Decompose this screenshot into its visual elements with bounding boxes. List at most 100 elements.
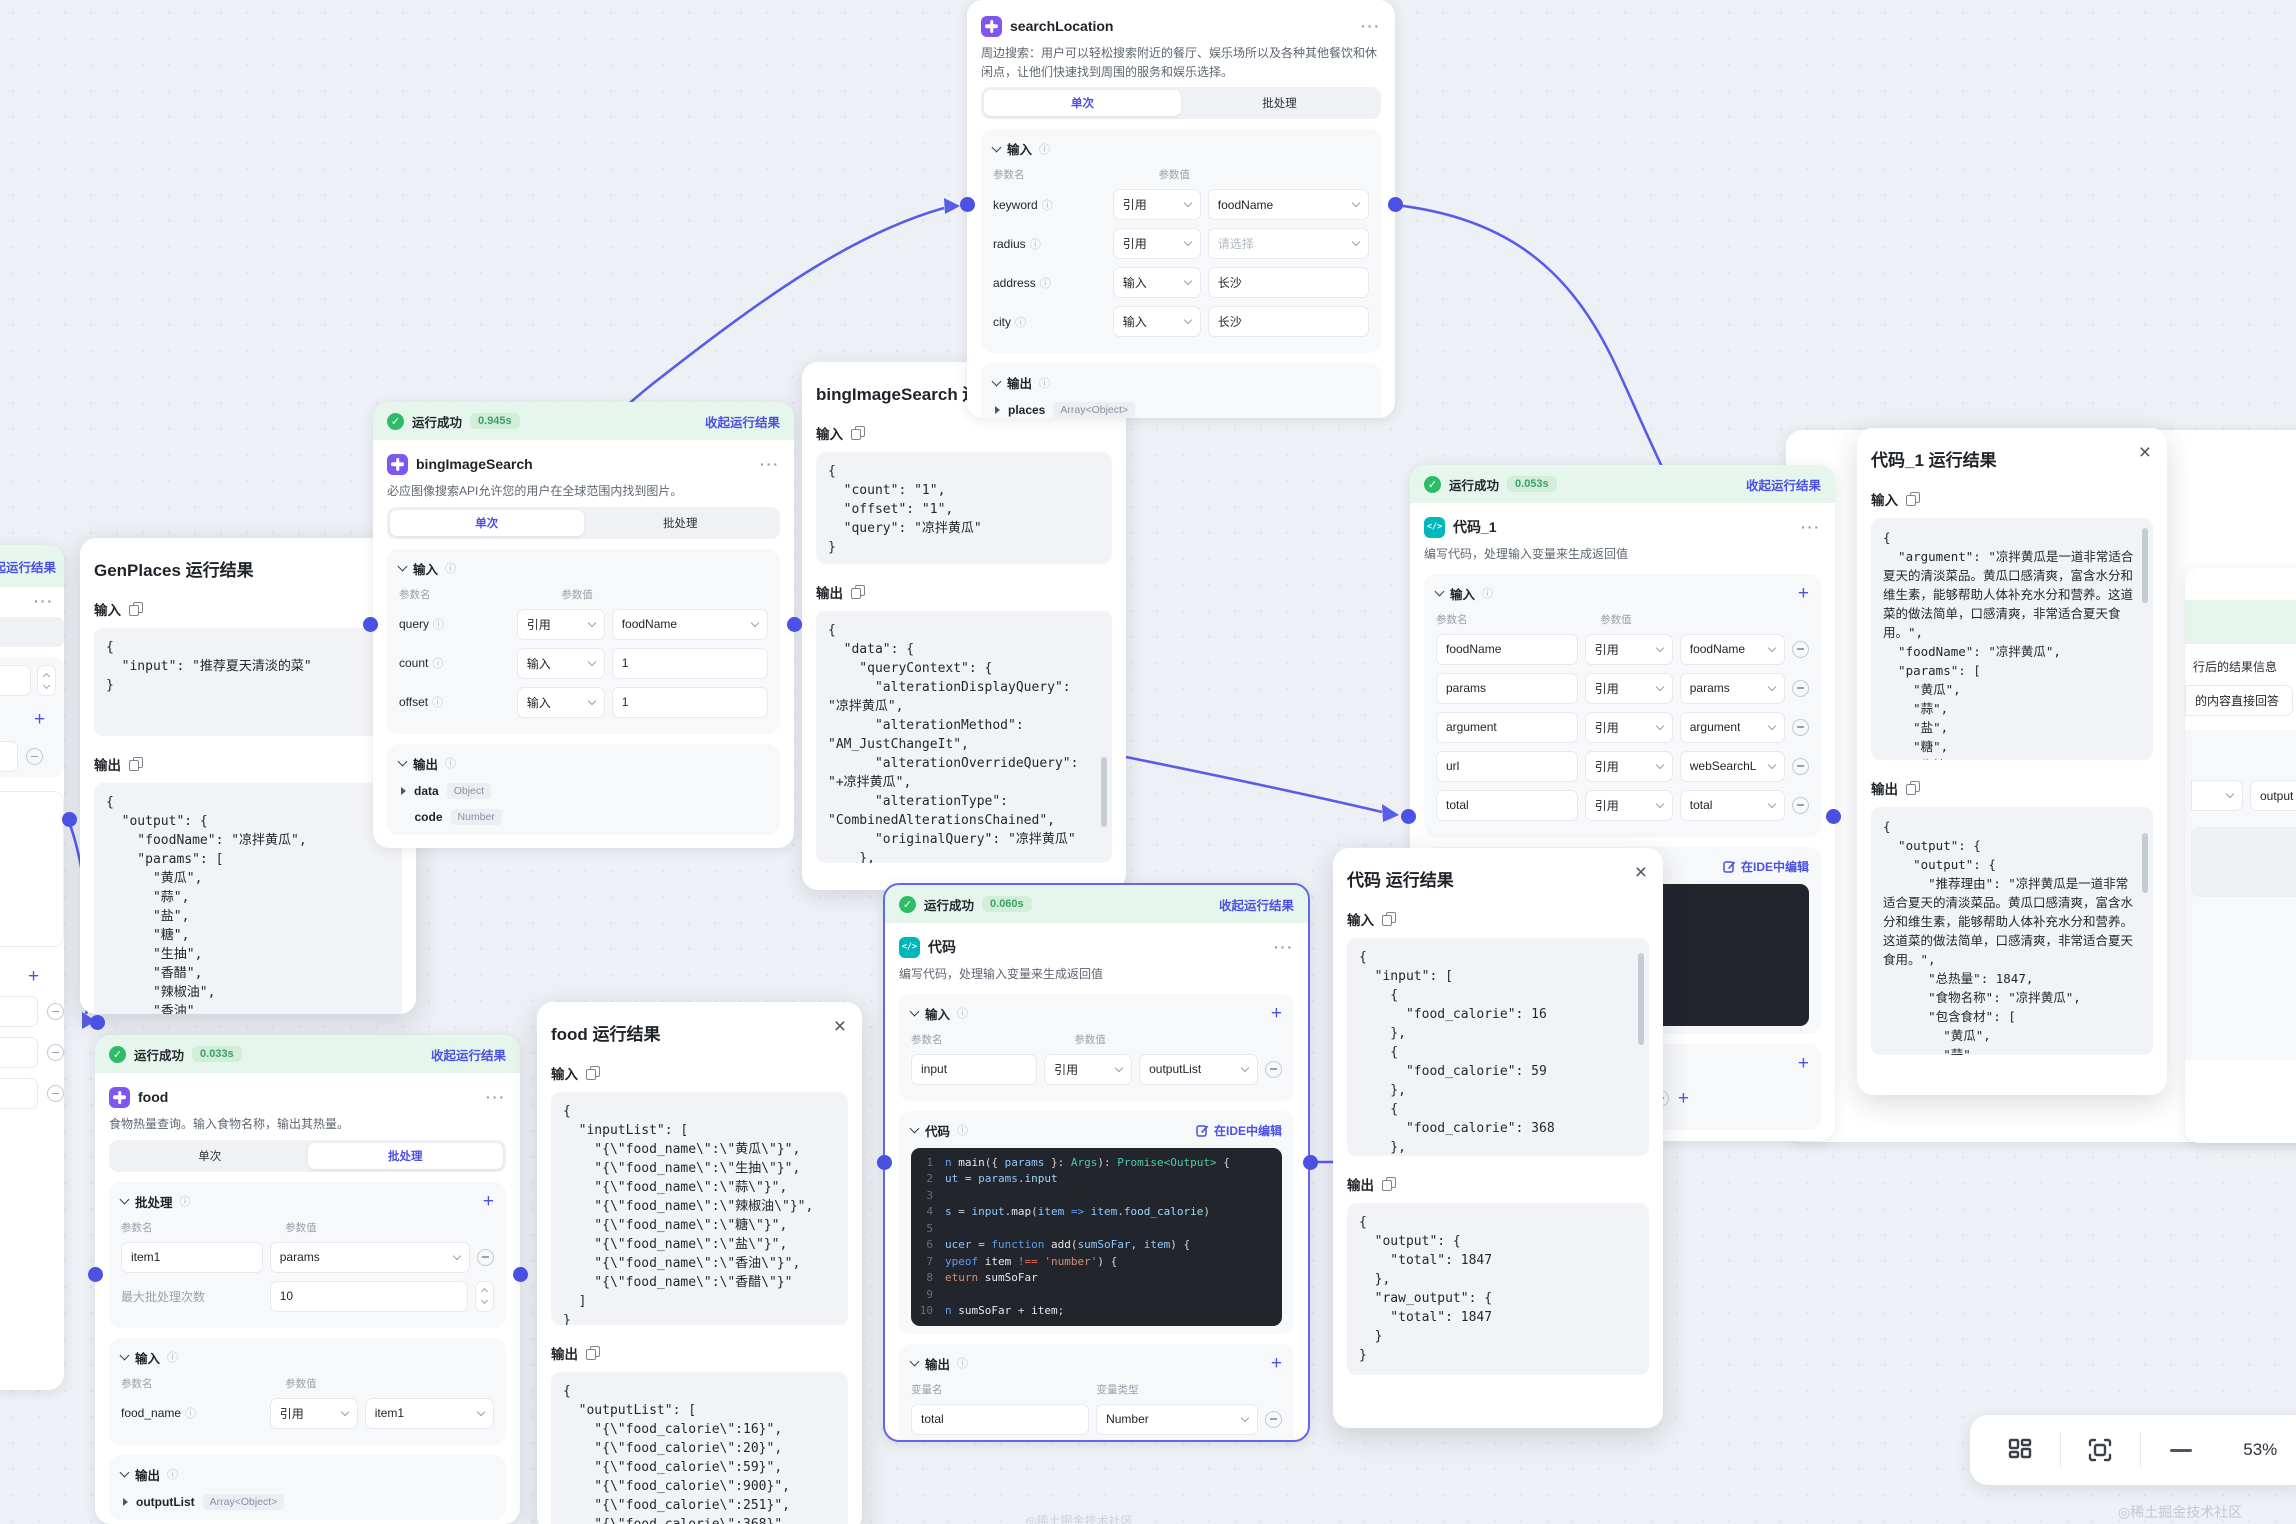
param-type-select[interactable]: 引用 xyxy=(1585,673,1673,704)
remove-row-button[interactable] xyxy=(1792,758,1809,775)
param-type-select[interactable]: 输入 xyxy=(517,648,605,679)
copy-icon[interactable] xyxy=(1906,492,1918,506)
food-output-json[interactable]: { "outputList": [ "{\"food_calorie\":16}… xyxy=(551,1372,848,1524)
remove-row-button[interactable] xyxy=(47,1085,64,1102)
collapse-results-link[interactable]: 收起运行结果 xyxy=(1219,895,1294,914)
more-menu-icon[interactable]: ··· xyxy=(486,1089,506,1105)
edit-in-ide-link[interactable]: 在IDE中编辑 xyxy=(1723,858,1809,875)
collapse-results-link[interactable]: 收起运行结果 xyxy=(431,1045,506,1064)
param-value-select[interactable]: params xyxy=(270,1242,470,1273)
collapse-results-link[interactable]: 起运行结果 xyxy=(0,557,56,576)
remove-row-button[interactable] xyxy=(26,748,43,765)
collapse-results-link[interactable]: 收起运行结果 xyxy=(1746,475,1821,494)
node-code[interactable]: ✓ 运行成功 0.060s 收起运行结果 </> 代码 ··· 编写代码，处理输… xyxy=(883,883,1310,1442)
remove-row-button[interactable] xyxy=(1792,641,1809,658)
port-code-out[interactable] xyxy=(1303,1155,1318,1170)
param-type-select[interactable]: 引用 xyxy=(1113,228,1201,259)
code1-output-json[interactable]: { "output": { "output": { "推荐理由": "凉拌黄瓜是… xyxy=(1871,807,2153,1055)
param-type-select[interactable]: 引用 xyxy=(270,1398,358,1429)
scrollbar[interactable] xyxy=(1101,757,1107,827)
param-type-select[interactable]: 引用 xyxy=(1113,189,1201,220)
port-code1-in[interactable] xyxy=(1401,809,1416,824)
output-row[interactable]: placesArray<Object> xyxy=(993,402,1369,418)
scrollbar[interactable] xyxy=(2142,528,2148,603)
port-searchlocation-out[interactable] xyxy=(1388,197,1403,212)
param-type-select[interactable]: 输入 xyxy=(1113,267,1201,298)
port-bingimagesearch-in[interactable] xyxy=(363,617,378,632)
fit-view-button[interactable] xyxy=(2061,1415,2141,1485)
remove-row-button[interactable] xyxy=(1792,719,1809,736)
bis-output-json[interactable]: { "data": { "queryContext": { "alteratio… xyxy=(816,611,1112,863)
mode-tabs[interactable]: 单次 批处理 xyxy=(981,87,1381,119)
code-input-json[interactable]: { "input": [ { "food_calorie": 16 }, { "… xyxy=(1347,938,1649,1156)
param-type-select[interactable]: 引用 xyxy=(1585,751,1673,782)
param-type-select[interactable]: 引用 xyxy=(1044,1054,1132,1085)
mode-tabs[interactable]: 单次 批处理 xyxy=(387,507,780,539)
remove-row-button[interactable] xyxy=(1792,680,1809,697)
workflow-canvas[interactable]: GenPlaces 运行结果 输入 { "input": "推荐夏天清淡的菜" … xyxy=(0,0,2296,1524)
add-output-button[interactable]: + xyxy=(28,967,39,986)
remove-row-button[interactable] xyxy=(477,1249,494,1266)
tab-single[interactable]: 单次 xyxy=(112,1143,308,1169)
output-row[interactable]: dataObject xyxy=(399,783,768,799)
param-value-select[interactable]: foodName xyxy=(612,609,768,640)
param-value-select[interactable]: item1 xyxy=(365,1398,494,1429)
copy-icon[interactable] xyxy=(851,585,863,599)
add-output-button[interactable]: + xyxy=(1271,1354,1282,1373)
copy-icon[interactable] xyxy=(1906,781,1918,795)
add-param-button[interactable]: + xyxy=(34,710,45,729)
more-menu-icon[interactable]: ··· xyxy=(1361,18,1381,34)
param-name-input[interactable]: input xyxy=(911,1054,1037,1085)
param-name-input[interactable]: params xyxy=(1436,673,1578,704)
bis-input-json[interactable]: { "count": "1", "offset": "1", "query": … xyxy=(816,452,1112,564)
param-value-select[interactable]: params xyxy=(1680,673,1785,704)
param-type-select[interactable]: 引用 xyxy=(1585,790,1673,821)
quantity-stepper[interactable] xyxy=(475,1281,494,1312)
copy-icon[interactable] xyxy=(586,1346,598,1360)
param-value-input[interactable]: 长沙 xyxy=(1208,267,1369,298)
port-leftstub-out[interactable] xyxy=(62,812,77,827)
tab-batch[interactable]: 批处理 xyxy=(584,510,778,536)
copy-icon[interactable] xyxy=(851,426,863,440)
param-value-select[interactable]: webSearchL xyxy=(1680,751,1785,782)
node-searchlocation[interactable]: searchLocation ··· 周边搜索：用户可以轻松搜索附近的餐厅、娱乐… xyxy=(967,0,1395,418)
max-batch-input[interactable]: 10 xyxy=(270,1281,468,1312)
right-stub-select[interactable] xyxy=(2191,780,2243,811)
param-type-select[interactable]: 引用 xyxy=(1585,712,1673,743)
remove-row-button[interactable] xyxy=(47,1044,64,1061)
param-value-input[interactable]: 长沙 xyxy=(1208,306,1369,337)
code-editor[interactable]: 1n main({ params }: Args): Promise<Outpu… xyxy=(911,1148,1282,1326)
param-name-input[interactable]: total xyxy=(1436,790,1578,821)
more-menu-icon[interactable]: ··· xyxy=(34,593,54,609)
param-name-input[interactable]: argument xyxy=(1436,712,1578,743)
output-row[interactable]: codeNumber xyxy=(399,809,768,825)
port-food-in[interactable] xyxy=(88,1267,103,1282)
port-searchlocation-in[interactable] xyxy=(960,197,975,212)
copy-icon[interactable] xyxy=(129,757,141,771)
port-code1-out[interactable] xyxy=(1826,809,1841,824)
close-icon[interactable]: × xyxy=(834,1016,846,1037)
add-output-button[interactable]: + xyxy=(1798,1054,1809,1073)
output-var-type-select[interactable]: Number xyxy=(1096,1404,1258,1435)
param-value-select[interactable]: outputList xyxy=(1139,1054,1258,1085)
left-stub-input[interactable] xyxy=(0,665,31,696)
collapse-results-link[interactable]: 收起运行结果 xyxy=(705,412,780,431)
output-var-name-input[interactable]: total xyxy=(911,1404,1089,1435)
param-value-select[interactable]: foodName xyxy=(1680,634,1785,665)
tab-batch[interactable]: 批处理 xyxy=(308,1143,504,1169)
add-param-button[interactable]: + xyxy=(1271,1004,1282,1023)
param-type-select[interactable]: 输入 xyxy=(517,687,605,718)
remove-row-button[interactable] xyxy=(1792,797,1809,814)
left-stub-box[interactable] xyxy=(0,791,64,947)
genplaces-input-json[interactable]: { "input": "推荐夏天清淡的菜" } xyxy=(94,628,402,736)
param-value-select[interactable]: foodName xyxy=(1208,189,1369,220)
remove-row-button[interactable] xyxy=(47,1003,64,1020)
param-type-select[interactable]: 输入 xyxy=(1113,306,1201,337)
right-stub-input[interactable]: 的内容直接回答 xyxy=(2185,685,2293,716)
zoom-level[interactable]: 53% xyxy=(2221,1415,2296,1485)
layout-grid-button[interactable] xyxy=(1980,1415,2060,1485)
param-name-input[interactable]: item1 xyxy=(121,1242,263,1273)
copy-icon[interactable] xyxy=(129,602,141,616)
tab-single[interactable]: 单次 xyxy=(984,90,1181,116)
node-food[interactable]: ✓ 运行成功 0.033s 收起运行结果 food ··· 食物热量查询。输入食… xyxy=(95,1035,520,1524)
